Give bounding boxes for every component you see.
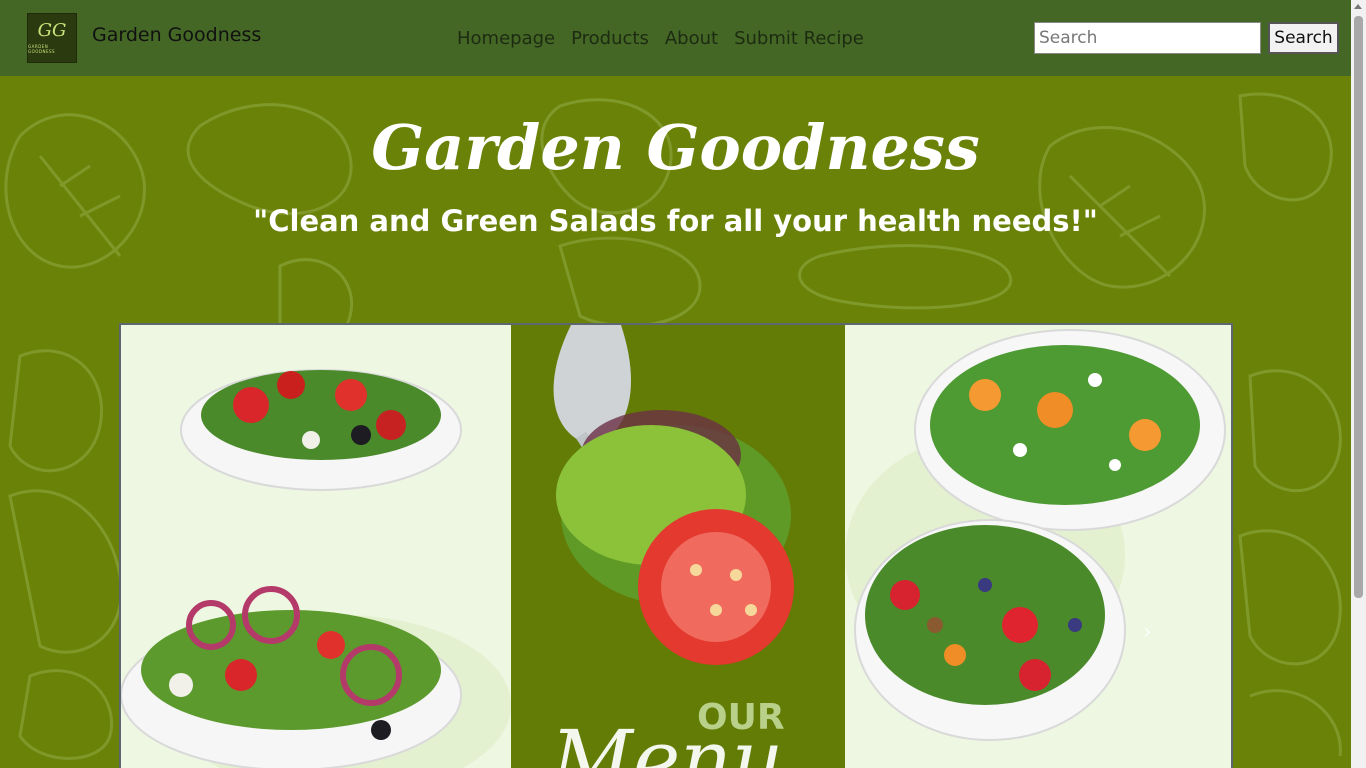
salad-bowls-right-image [845, 329, 1226, 741]
nav-homepage[interactable]: Homepage [457, 28, 555, 49]
menu-banner-carousel[interactable]: OUR Menu › [119, 323, 1233, 768]
brand-name: Garden Goodness [92, 24, 262, 46]
banner-middle-panel: OUR Menu [511, 325, 845, 768]
fork-salad-image [553, 325, 794, 665]
banner-menu-text: Menu [551, 713, 784, 768]
hero-tagline: "Clean and Green Salads for all your hea… [253, 204, 1098, 238]
salad-bowls-left-image [121, 369, 511, 768]
navbar: GG GARDEN GOODNESS Garden Goodness Homep… [0, 0, 1351, 76]
banner-right-panel [845, 325, 1231, 768]
hero-title: Garden Goodness [371, 111, 980, 184]
scroll-thumb[interactable] [1354, 16, 1363, 598]
nav-submit-recipe[interactable]: Submit Recipe [734, 28, 864, 49]
logo-mark: GG [37, 20, 67, 41]
search-button[interactable]: Search [1268, 22, 1339, 54]
main-nav: Homepage Products About Submit Recipe [457, 28, 864, 49]
nav-about[interactable]: About [665, 28, 718, 49]
page-scrollbar[interactable] [1351, 0, 1366, 768]
nav-products[interactable]: Products [571, 28, 649, 49]
chevron-right-icon[interactable]: › [1143, 620, 1152, 645]
search-input[interactable] [1034, 22, 1261, 54]
banner-left-panel [121, 325, 511, 768]
site-logo[interactable]: GG GARDEN GOODNESS [27, 13, 77, 63]
logo-text: GARDEN GOODNESS [28, 44, 56, 54]
hero-section: Garden Goodness "Clean and Green Salads … [0, 76, 1351, 768]
scroll-up-icon[interactable] [1354, 4, 1362, 9]
